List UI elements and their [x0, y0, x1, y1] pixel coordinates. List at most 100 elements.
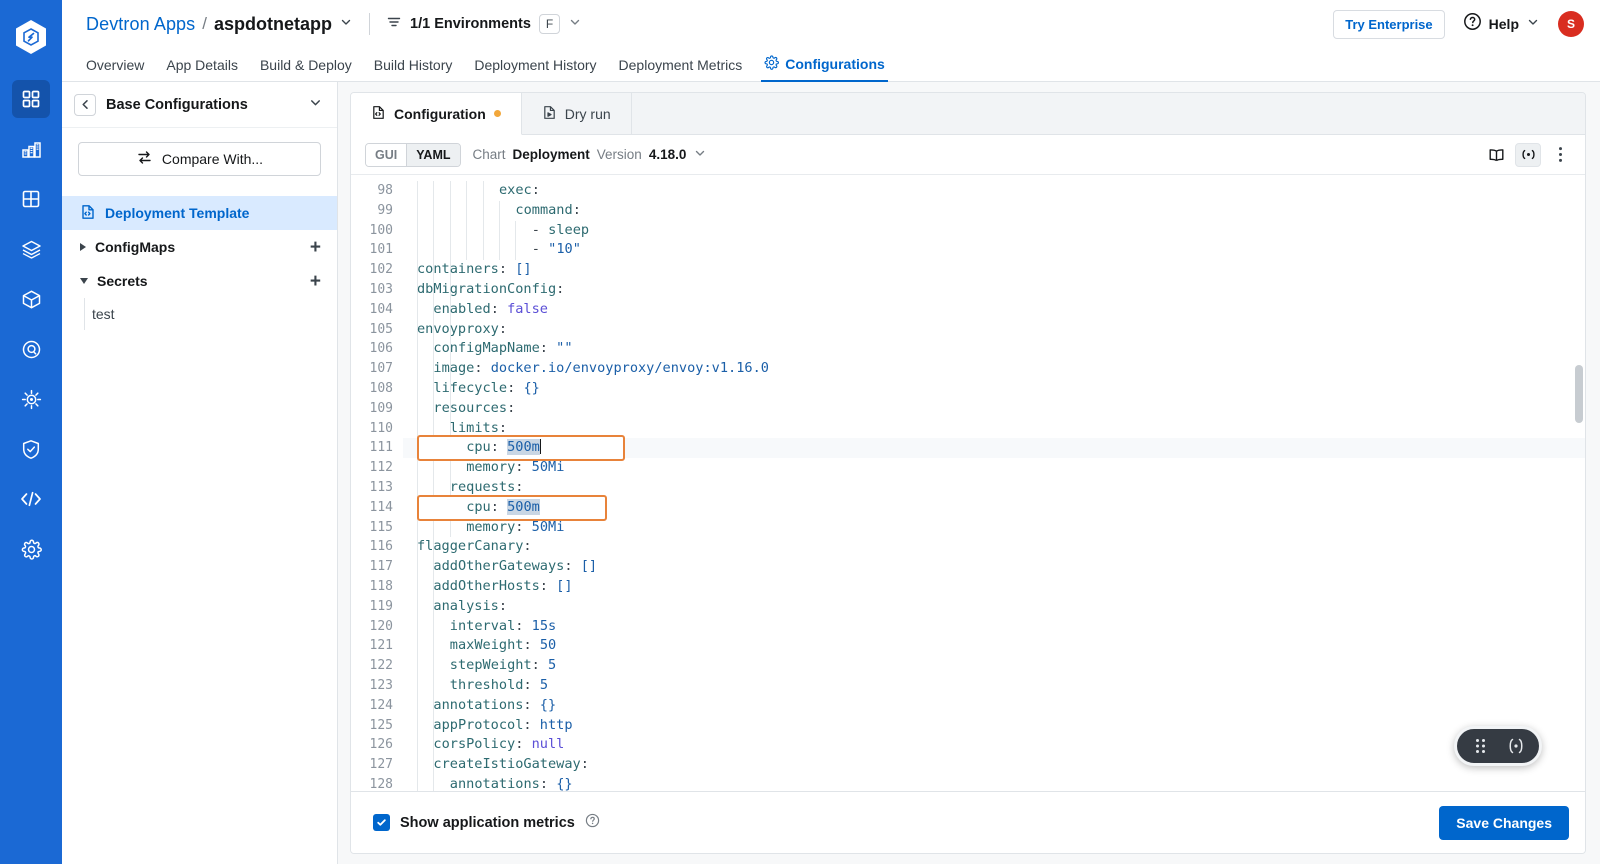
line-number: 128 — [369, 776, 393, 791]
question-circle-icon[interactable] — [585, 813, 600, 833]
code-line[interactable]: enabled: false — [403, 300, 1585, 320]
rail-item-applications[interactable] — [12, 80, 50, 118]
code-line[interactable]: maxWeight: 50 — [403, 636, 1585, 656]
save-changes-button[interactable]: Save Changes — [1439, 805, 1569, 840]
rail-item-security[interactable] — [12, 430, 50, 468]
code-focus-icon[interactable] — [1499, 730, 1533, 762]
code-line[interactable]: analysis: — [403, 597, 1585, 617]
panel-tab-configuration[interactable]: Configuration — [351, 93, 522, 135]
code-line[interactable]: memory: 50Mi — [403, 458, 1585, 478]
code-content[interactable]: exec: command: - sleep - "10" containers: []… — [403, 175, 1585, 791]
rail-item-jobs[interactable] — [12, 130, 50, 168]
code-line[interactable]: corsPolicy: null — [403, 735, 1585, 755]
tab-app-details[interactable]: App Details — [155, 57, 249, 81]
mode-gui-button[interactable]: GUI — [366, 143, 407, 166]
editor-vertical-scrollbar[interactable] — [1575, 365, 1583, 423]
sidebar-collapse-back-button[interactable] — [74, 93, 96, 116]
sidebar-item-configmaps[interactable]: ConfigMaps + — [62, 230, 337, 264]
code-line[interactable]: configMapName: "" — [403, 339, 1585, 359]
rail-item-software-distribution[interactable] — [12, 280, 50, 318]
code-scroll-container[interactable]: 98 99 100 101 102 103 104 105 106 107 108 109 110 111… — [351, 175, 1585, 791]
code-line[interactable]: stepWeight: 5 — [403, 656, 1585, 676]
code-line[interactable]: memory: 50Mi — [403, 518, 1585, 538]
mode-yaml-button[interactable]: YAML — [406, 143, 460, 166]
chevron-down-icon[interactable] — [80, 278, 88, 284]
tab-label: Build History — [373, 57, 453, 73]
code-line[interactable]: - sleep — [403, 221, 1585, 241]
rail-item-global-config[interactable] — [12, 380, 50, 418]
code-line[interactable]: - "10" — [403, 240, 1585, 260]
show-application-metrics-checkbox[interactable]: Show application metrics — [373, 813, 600, 833]
try-enterprise-button[interactable]: Try Enterprise — [1333, 9, 1445, 39]
sidebar-item-secret-test[interactable]: test — [62, 298, 337, 330]
sidebar-item-deployment-template[interactable]: Deployment Template — [62, 196, 337, 230]
rail-items — [12, 80, 50, 568]
sidebar-chevron-down-icon[interactable] — [308, 95, 323, 115]
rail-item-code-editor[interactable] — [12, 480, 50, 518]
sidebar-item-secrets[interactable]: Secrets + — [62, 264, 337, 298]
code-line[interactable]: threshold: 5 — [403, 676, 1585, 696]
code-line[interactable]: addOtherHosts: [] — [403, 577, 1585, 597]
floating-action-pill[interactable] — [1454, 726, 1542, 766]
tab-overview[interactable]: Overview — [86, 57, 155, 81]
yaml-code-editor[interactable]: 98 99 100 101 102 103 104 105 106 107 108 109 110 111… — [351, 175, 1585, 791]
code-line[interactable]: annotations: {} — [403, 696, 1585, 716]
rail-item-settings[interactable] — [12, 530, 50, 568]
gear-icon — [764, 55, 780, 73]
code-line[interactable]: cpu: 500m — [403, 438, 1585, 458]
tab-deployment-history[interactable]: Deployment History — [463, 57, 607, 81]
code-line[interactable]: interval: 15s — [403, 617, 1585, 637]
devtron-logo-icon[interactable] — [0, 6, 62, 68]
code-line[interactable]: containers: [] — [403, 260, 1585, 280]
panel-tab-dry-run[interactable]: Dry run — [522, 93, 632, 134]
code-line[interactable]: dbMigrationConfig: — [403, 280, 1585, 300]
code-line[interactable]: exec: — [403, 181, 1585, 201]
code-line[interactable]: createIstioGateway: — [403, 755, 1585, 775]
line-number: 120 — [369, 618, 393, 634]
mode-toggle: GUI YAML — [365, 142, 461, 167]
tab-deployment-metrics[interactable]: Deployment Metrics — [608, 57, 754, 81]
rail-item-chart-store[interactable] — [12, 230, 50, 268]
compare-code-icon[interactable] — [1515, 142, 1541, 167]
tab-configurations[interactable]: Configurations — [753, 55, 896, 82]
help-chevron-down-icon[interactable] — [1526, 15, 1540, 34]
help-menu[interactable]: Help — [1463, 12, 1540, 36]
panel-tab-label: Configuration — [394, 105, 486, 122]
code-line[interactable]: addOtherGateways: [] — [403, 557, 1585, 577]
shield-check-icon — [21, 439, 41, 460]
add-secret-button[interactable]: + — [310, 272, 321, 291]
rail-item-bulk-edit[interactable] — [12, 330, 50, 368]
avatar[interactable]: S — [1558, 11, 1584, 37]
tab-build-and-deploy[interactable]: Build & Deploy — [249, 57, 363, 81]
line-number: 105 — [369, 321, 393, 337]
chevron-right-icon[interactable] — [80, 243, 86, 251]
code-line[interactable]: requests: — [403, 478, 1585, 498]
tab-build-history[interactable]: Build History — [363, 57, 464, 81]
app-switcher-chevron-down-icon[interactable] — [339, 15, 353, 34]
code-line[interactable]: command: — [403, 201, 1585, 221]
target-circle-icon — [21, 339, 42, 360]
environment-selector[interactable]: 1/1 Environments F — [386, 14, 582, 35]
code-line[interactable]: image: docker.io/envoyproxy/envoy:v1.16.… — [403, 359, 1585, 379]
code-line[interactable]: flaggerCanary: — [403, 537, 1585, 557]
code-line[interactable]: appProtocol: http — [403, 716, 1585, 736]
version-chevron-down-icon[interactable] — [693, 146, 707, 163]
readme-book-icon[interactable] — [1483, 143, 1509, 167]
code-line[interactable]: resources: — [403, 399, 1585, 419]
kebab-menu-icon[interactable] — [1547, 143, 1573, 167]
code-line[interactable]: lifecycle: {} — [403, 379, 1585, 399]
add-configmap-button[interactable]: + — [310, 238, 321, 257]
code-line[interactable]: envoyproxy: — [403, 320, 1585, 340]
tab-label: Configurations — [785, 56, 885, 72]
drag-dots-icon[interactable] — [1463, 730, 1497, 762]
code-line[interactable]: cpu: 500m — [403, 498, 1585, 518]
breadcrumb-separator: / — [202, 14, 207, 33]
rail-item-resource-browser[interactable] — [12, 180, 50, 218]
code-line[interactable]: annotations: {} — [403, 775, 1585, 791]
question-circle-icon — [1463, 12, 1482, 36]
code-line[interactable]: limits: — [403, 419, 1585, 439]
compare-with-button[interactable]: Compare With... — [78, 142, 321, 176]
breadcrumb-parent[interactable]: Devtron Apps — [86, 14, 195, 35]
line-number: 113 — [369, 479, 393, 495]
environment-chevron-down-icon[interactable] — [568, 15, 582, 34]
